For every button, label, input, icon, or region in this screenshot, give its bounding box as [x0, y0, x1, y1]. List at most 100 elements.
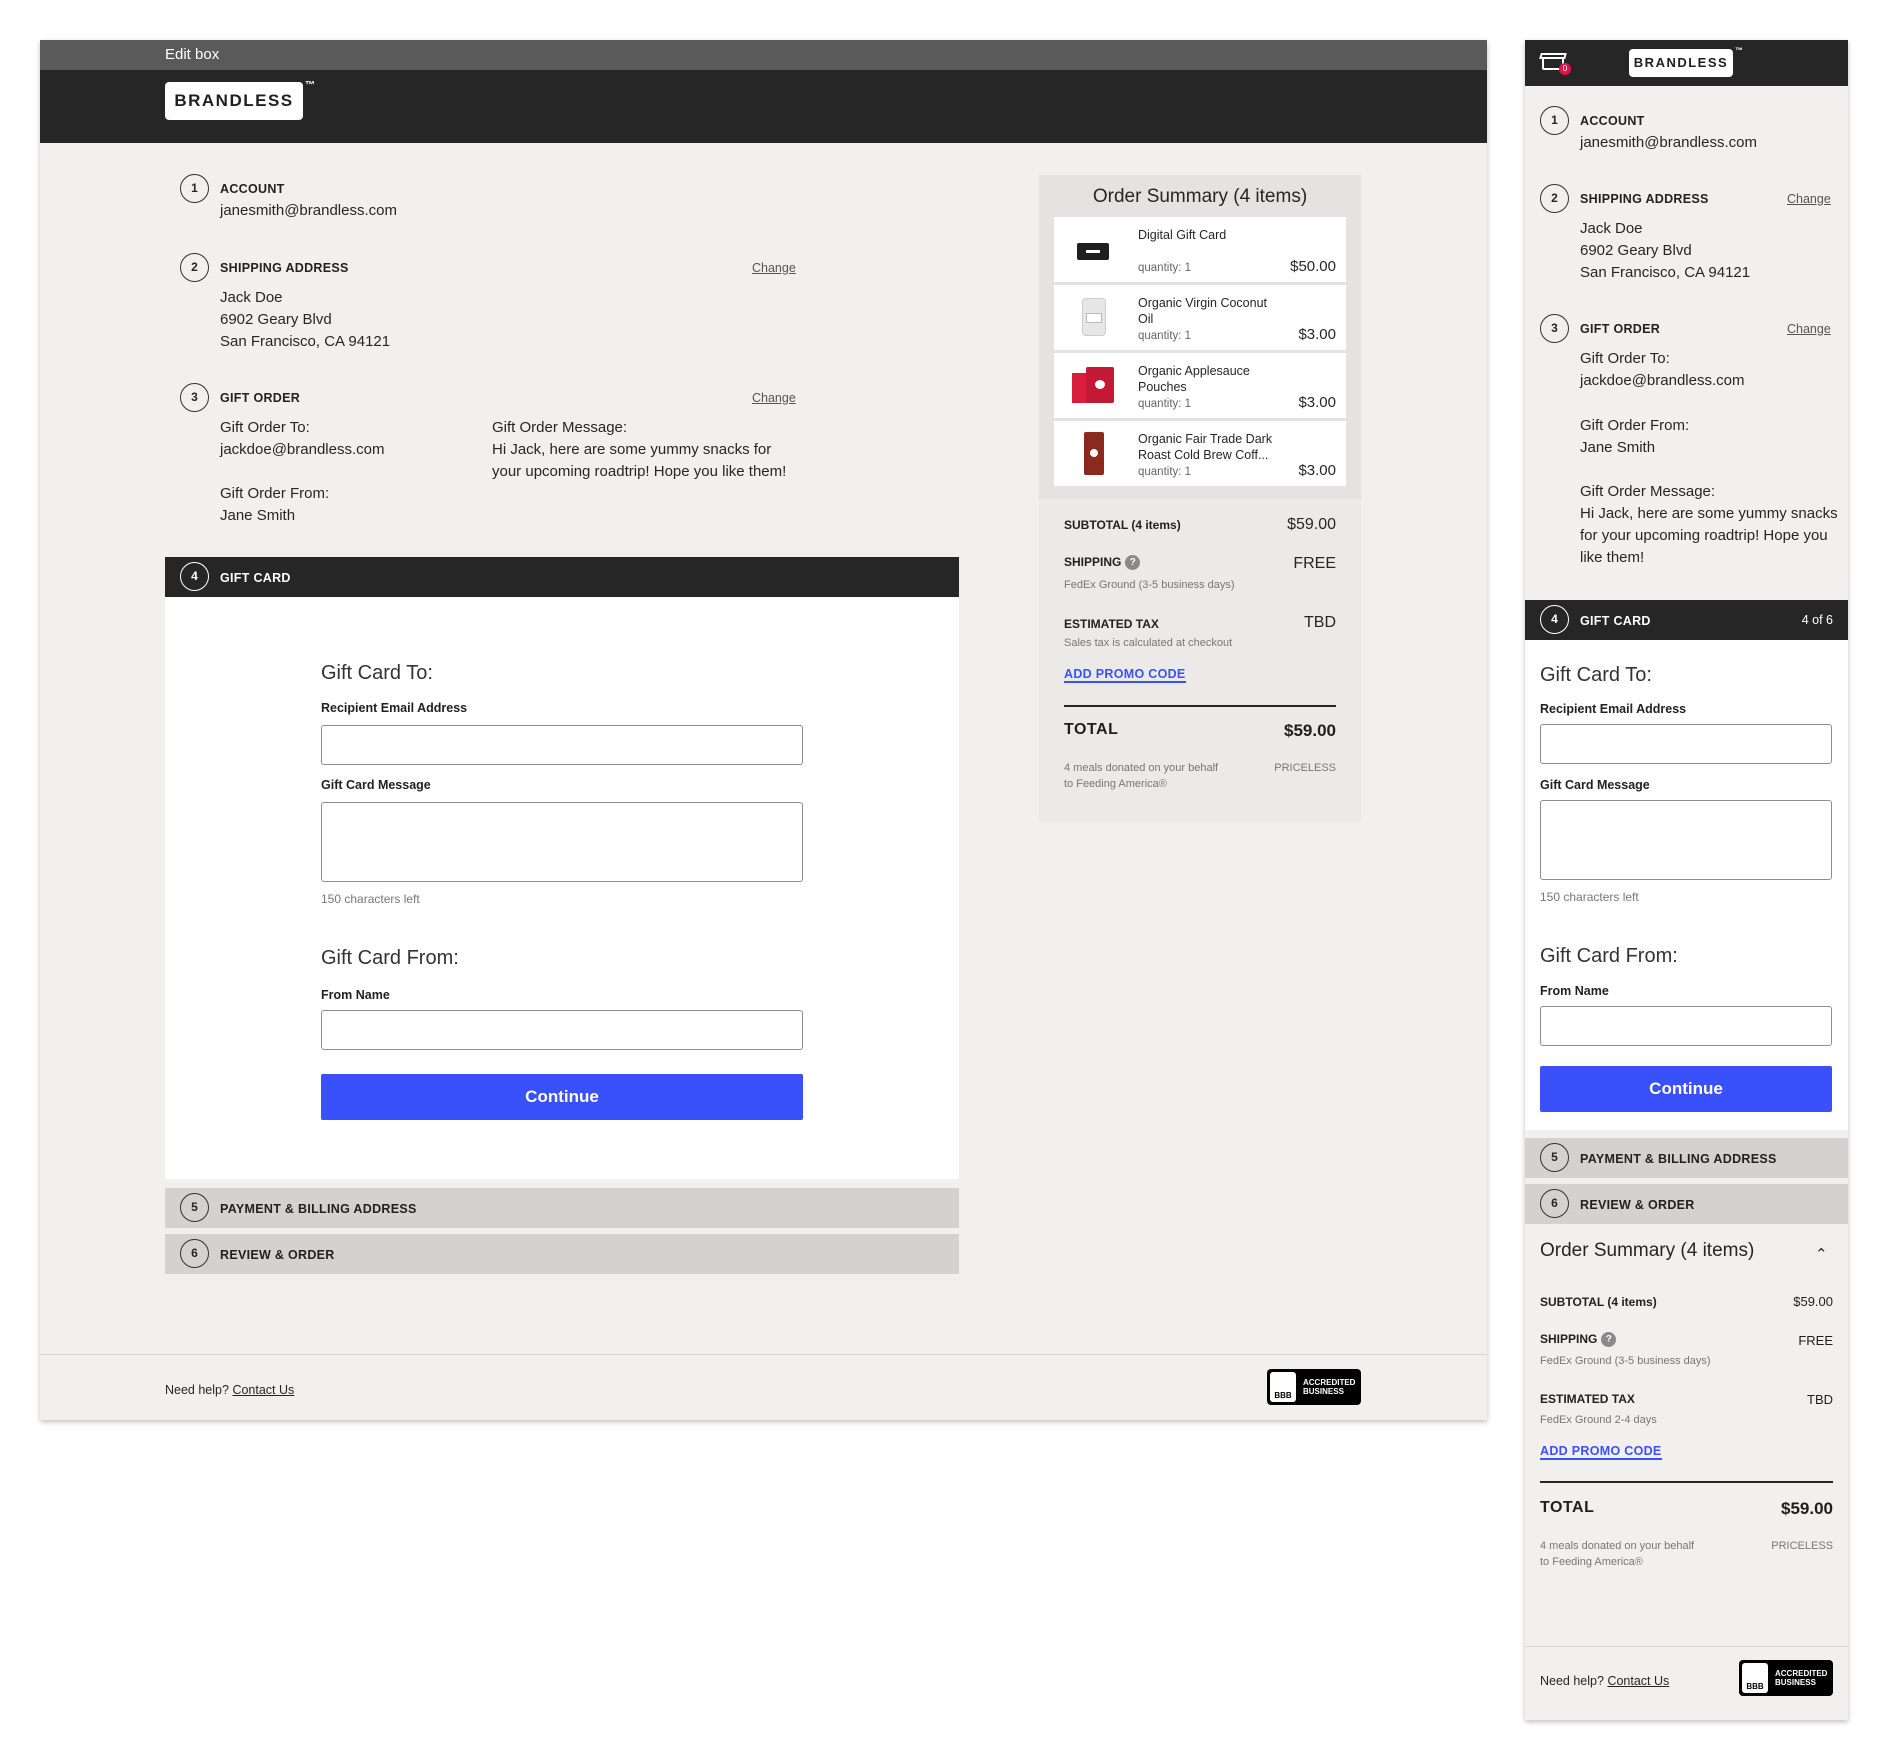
step-6-header[interactable]: 6 REVIEW & ORDER — [1525, 1184, 1848, 1224]
mobile-checkout-view: 0 BRANDLESS ™ 1 ACCOUNT janesmith@brandl… — [1525, 40, 1848, 1720]
gift-card-from-heading: Gift Card From: — [1540, 945, 1678, 967]
continue-button[interactable]: Continue — [1540, 1066, 1832, 1112]
recipient-email-input[interactable] — [1540, 724, 1832, 764]
shipping-change-link[interactable]: Change — [1787, 192, 1831, 206]
account-email: janesmith@brandless.com — [220, 202, 397, 219]
order-summary-title: Order Summary (4 items) — [1092, 186, 1308, 207]
footer-help: Need help? Contact Us — [1540, 1674, 1670, 1688]
bbb-text-line1: ACCREDITED — [1303, 1378, 1356, 1387]
shipping-city: San Francisco, CA 94121 — [220, 333, 391, 350]
step-6-header[interactable]: 6 REVIEW & ORDER — [165, 1234, 959, 1274]
step-1-title: ACCOUNT — [1580, 114, 1645, 128]
priceless-label: PRICELESS — [1771, 1540, 1833, 1552]
step-5-header[interactable]: 5 PAYMENT & BILLING ADDRESS — [1525, 1138, 1848, 1178]
step-3-number: 3 — [1540, 314, 1569, 343]
recipient-email-label: Recipient Email Address — [321, 701, 468, 715]
summary-item-cold-brew: Organic Fair Trade Dark Roast Cold Brew … — [1054, 421, 1346, 486]
cart-count-badge: 0 — [1559, 63, 1571, 75]
item-price: $3.00 — [1298, 394, 1336, 411]
trademark-mark: ™ — [305, 80, 315, 91]
bbb-accredited-badge[interactable]: BBB ACCREDITED BUSINESS — [1739, 1660, 1833, 1696]
step-5-header[interactable]: 5 PAYMENT & BILLING ADDRESS — [165, 1188, 959, 1228]
brand-logo[interactable]: BRANDLESS — [1629, 49, 1733, 77]
step-1-title: ACCOUNT — [220, 182, 285, 196]
gift-order-change-link[interactable]: Change — [752, 391, 796, 405]
shipping-value: FREE — [1798, 1333, 1833, 1348]
account-email: janesmith@brandless.com — [1580, 134, 1757, 151]
characters-left-hint: 150 characters left — [1540, 890, 1639, 904]
step-6-number: 6 — [180, 1239, 209, 1268]
gift-order-from-label: Gift Order From: — [1580, 417, 1690, 434]
site-header: BRANDLESS ™ — [40, 70, 1487, 143]
recipient-email-input[interactable] — [321, 725, 803, 765]
help-icon[interactable]: ? — [1601, 1332, 1617, 1348]
step-5-number: 5 — [1540, 1143, 1569, 1172]
step-4-header: 4 GIFT CARD 4 of 6 — [1525, 600, 1848, 640]
shipping-city: San Francisco, CA 94121 — [1580, 264, 1751, 281]
bbb-seal-icon: BBB — [1742, 1663, 1768, 1693]
gift-card-message-input[interactable] — [321, 802, 803, 882]
item-name: Digital Gift Card — [1138, 228, 1227, 242]
step-2-number: 2 — [180, 253, 209, 282]
donation-line2: to Feeding America® — [1064, 778, 1167, 790]
brand-logo[interactable]: BRANDLESS — [165, 82, 303, 120]
subtotal-label: SUBTOTAL (4 items) — [1064, 518, 1181, 532]
step-5-title: PAYMENT & BILLING ADDRESS — [220, 1202, 417, 1216]
from-name-input[interactable] — [1540, 1006, 1832, 1046]
edit-box-bar: Edit box — [40, 40, 1487, 70]
gift-card-form-panel: Gift Card To: Recipient Email Address Gi… — [165, 597, 959, 1179]
gift-order-message-line1: Hi Jack, here are some yummy snacks for — [492, 441, 772, 458]
shipping-subtext: FedEx Ground (3-5 business days) — [1540, 1355, 1711, 1367]
gift-order-message-label: Gift Order Message: — [1580, 483, 1716, 500]
cart-box-icon[interactable]: 0 — [1539, 53, 1571, 75]
estimated-tax-value: TBD — [1807, 1392, 1833, 1407]
item-name: Organic Applesauce — [1138, 364, 1250, 378]
shipping-label: SHIPPING? — [1540, 1332, 1617, 1348]
contact-us-link[interactable]: Contact Us — [232, 1383, 294, 1397]
step-3-title: GIFT ORDER — [1580, 322, 1661, 336]
recipient-email-label: Recipient Email Address — [1540, 702, 1687, 716]
from-name-input[interactable] — [321, 1010, 803, 1050]
donation-line1: 4 meals donated on your behalf — [1064, 762, 1219, 774]
estimated-tax-label: ESTIMATED TAX — [1064, 617, 1159, 631]
bbb-seal-icon: BBB — [1270, 1372, 1296, 1402]
footer-help: Need help? Contact Us — [165, 1383, 295, 1397]
gift-order-to-value: jackdoe@brandless.com — [220, 441, 385, 458]
add-promo-code-link[interactable]: ADD PROMO CODE — [1540, 1444, 1662, 1460]
bbb-text-line1: ACCREDITED — [1775, 1669, 1828, 1678]
gift-order-from-label: Gift Order From: — [220, 485, 330, 502]
bbb-text-line2: BUSINESS — [1775, 1678, 1816, 1687]
item-name: Organic Fair Trade Dark — [1138, 432, 1273, 446]
bbb-accredited-badge[interactable]: BBB ACCREDITED BUSINESS — [1267, 1369, 1361, 1405]
help-icon[interactable]: ? — [1125, 555, 1141, 571]
edit-box-label: Edit box — [165, 46, 220, 63]
total-divider — [1064, 705, 1336, 707]
gift-card-to-heading: Gift Card To: — [321, 662, 433, 684]
gift-order-change-link[interactable]: Change — [1787, 322, 1831, 336]
contact-us-link[interactable]: Contact Us — [1607, 1674, 1669, 1688]
summary-item-coconut-oil: Organic Virgin Coconut Oil quantity: 1 $… — [1054, 285, 1346, 350]
from-name-label: From Name — [321, 988, 390, 1002]
add-promo-code-link[interactable]: ADD PROMO CODE — [1064, 667, 1186, 683]
priceless-label: PRICELESS — [1274, 762, 1336, 774]
step-1-number: 1 — [1540, 106, 1569, 135]
total-divider — [1540, 1481, 1833, 1483]
total-value: $59.00 — [1781, 1499, 1833, 1518]
shipping-name: Jack Doe — [1580, 220, 1643, 237]
continue-button[interactable]: Continue — [321, 1074, 803, 1120]
shipping-change-link[interactable]: Change — [752, 261, 796, 275]
step-2-title: SHIPPING ADDRESS — [220, 261, 349, 275]
mobile-header: 0 BRANDLESS ™ — [1525, 40, 1848, 86]
gift-card-message-input[interactable] — [1540, 800, 1832, 880]
item-price: $50.00 — [1290, 258, 1336, 275]
shipping-subtext: FedEx Ground (3-5 business days) — [1064, 579, 1235, 591]
gift-order-message-line2: your upcoming roadtrip! Hope you like th… — [492, 463, 787, 480]
gift-card-form-panel: Gift Card To: Recipient Email Address Gi… — [1525, 640, 1848, 1130]
gift-card-thumbnail — [1077, 243, 1109, 260]
summary-item-applesauce: Organic Applesauce Pouches quantity: 1 $… — [1054, 353, 1346, 418]
chevron-up-icon[interactable]: ⌃ — [1815, 1245, 1828, 1263]
gift-card-message-label: Gift Card Message — [321, 778, 431, 792]
subtotal-value: $59.00 — [1287, 516, 1336, 533]
subtotal-label: SUBTOTAL (4 items) — [1540, 1295, 1657, 1309]
from-name-label: From Name — [1540, 984, 1609, 998]
